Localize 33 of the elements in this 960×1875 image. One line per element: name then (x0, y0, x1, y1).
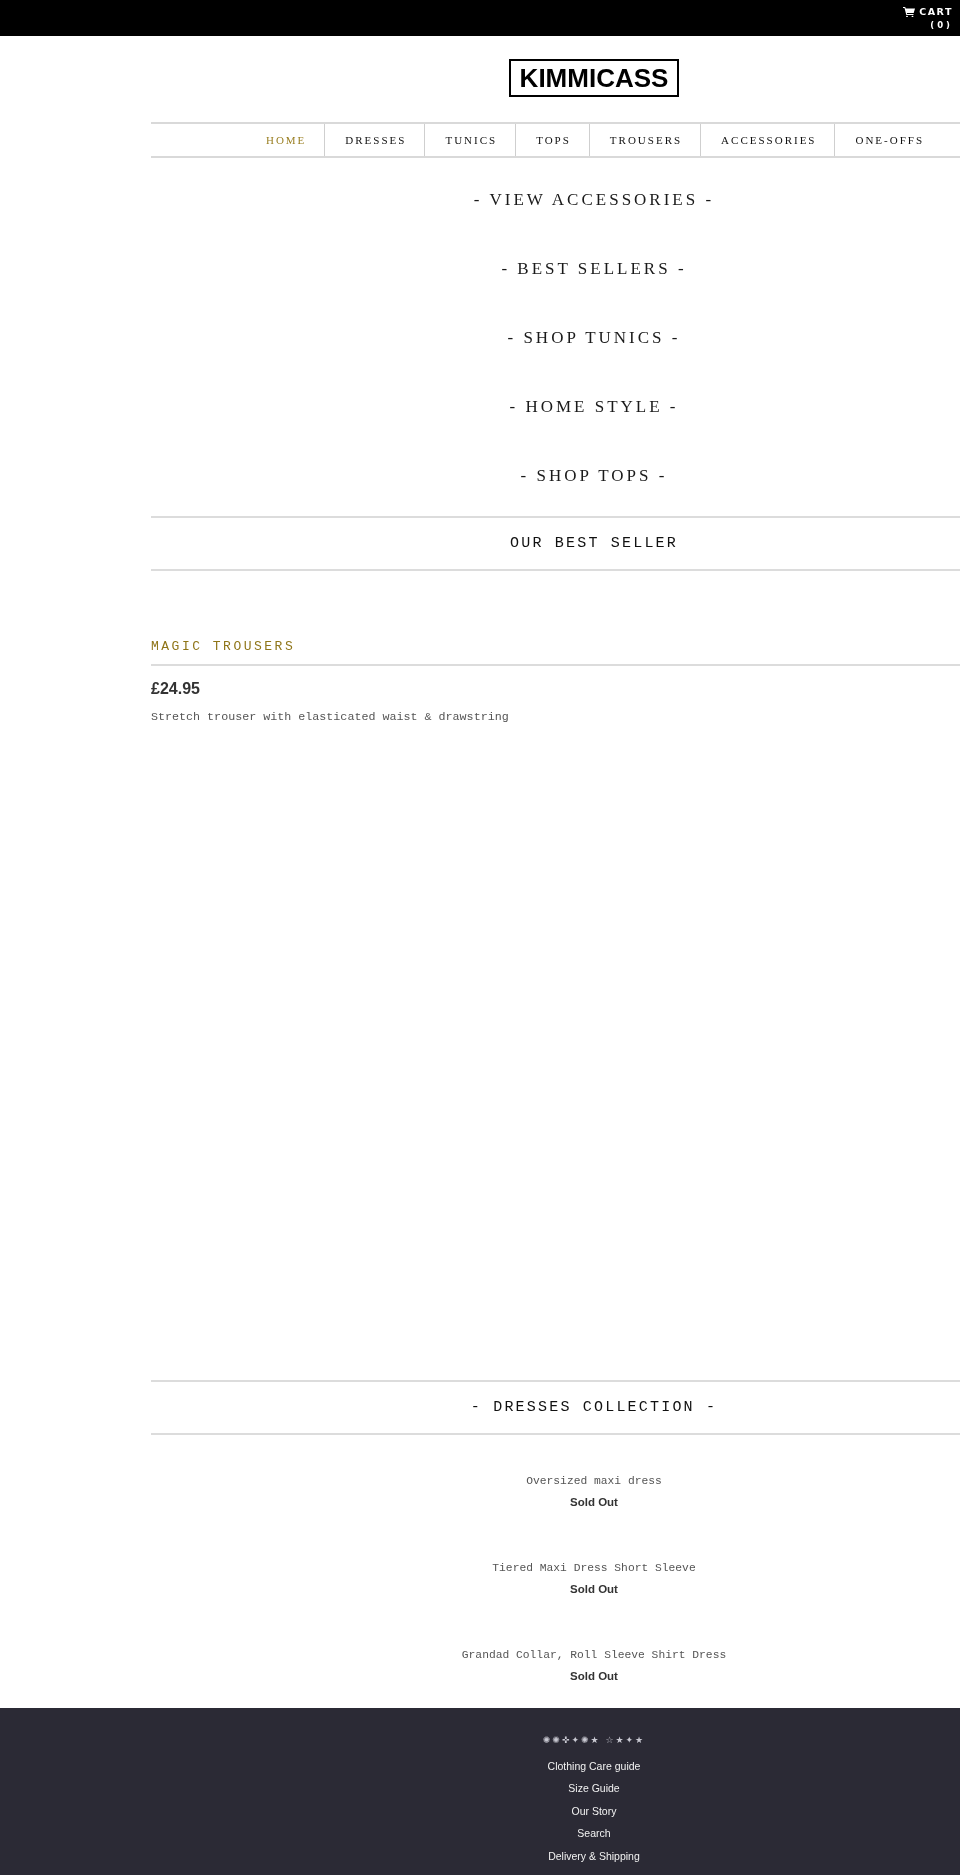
product-price: £24.95 (151, 679, 200, 699)
section-link[interactable]: - VIEW ACCESSORIES - (473, 188, 715, 211)
nav-item[interactable]: TUNICS (424, 124, 516, 156)
footer-link[interactable]: Clothing Care guide (547, 1758, 641, 1773)
section-heading: - DRESSES COLLECTION - (470, 1397, 718, 1418)
footer-link[interactable]: Our Story (571, 1803, 617, 1818)
cart-link[interactable]: CART (903, 6, 953, 18)
logo[interactable]: KIMMICASS (508, 59, 680, 97)
stock-status: Sold Out (570, 1582, 618, 1597)
stock-status: Sold Out (570, 1495, 618, 1510)
stock-status: Sold Out (570, 1669, 618, 1684)
product-name[interactable]: MAGIC TROUSERS (151, 638, 296, 656)
section-link[interactable]: - BEST SELLERS - (501, 257, 687, 280)
cart-icon (903, 6, 916, 18)
nav-item[interactable]: ONE-OFFS (834, 124, 943, 156)
section-link[interactable]: - SHOP TOPS - (520, 464, 668, 487)
cart-count: (0) (930, 20, 953, 31)
nav-item[interactable]: TOPS (515, 124, 589, 156)
nav-item[interactable]: HOME (245, 124, 325, 156)
product-name[interactable]: Tiered Maxi Dress Short Sleeve (492, 1560, 696, 1576)
product-description: Stretch trouser with elasticated waist & drawstring (151, 709, 509, 725)
nav-item[interactable]: TROUSERS (588, 124, 701, 156)
footer-decoration: ✺✺✜✦✺★ ☆★✦★ (542, 1734, 646, 1747)
section-heading: OUR BEST SELLER (510, 533, 678, 554)
nav-item[interactable]: ACCESSORIES (700, 124, 835, 156)
footer-link[interactable]: Size Guide (568, 1781, 620, 1795)
footer-link[interactable]: Search (577, 1826, 611, 1840)
product-name[interactable]: Grandad Collar, Roll Sleeve Shirt Dress (461, 1647, 727, 1663)
product-name[interactable]: Oversized maxi dress (526, 1473, 662, 1489)
section-link[interactable]: - HOME STYLE - (509, 395, 679, 418)
footer-link[interactable]: Delivery & Shipping (548, 1848, 640, 1863)
nav-item[interactable]: DRESSES (324, 124, 425, 156)
section-link[interactable]: - SHOP TUNICS - (507, 326, 681, 349)
